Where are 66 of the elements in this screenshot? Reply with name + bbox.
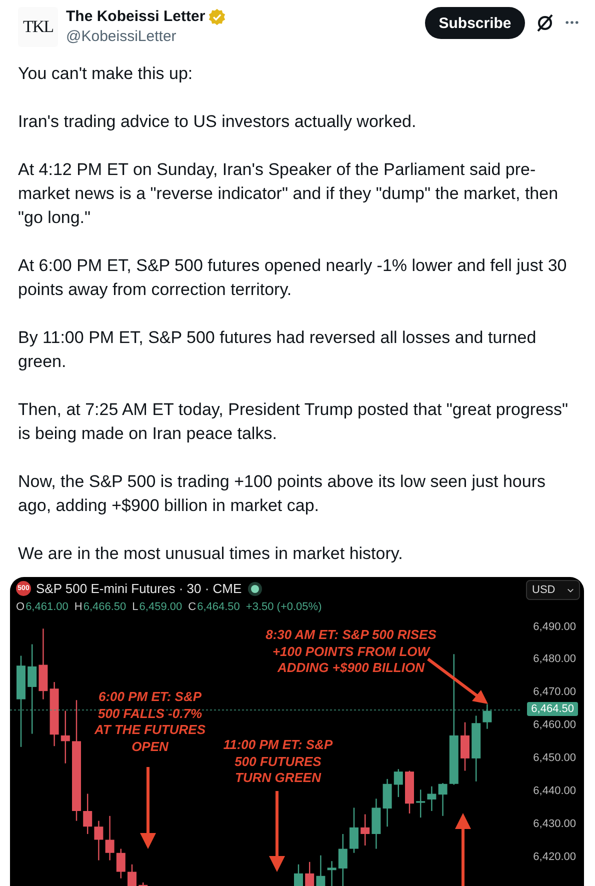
subscribe-button[interactable]: Subscribe [425, 7, 525, 39]
tweet-paragraph: Iran's trading advice to US investors actually worked. [18, 111, 418, 133]
ohlc-label: O [16, 601, 25, 613]
candle [382, 778, 392, 827]
candle [60, 710, 70, 764]
price-axis-label: 6,460.00 [533, 719, 576, 732]
ohlc-label: L [132, 601, 138, 613]
chart-title: S&P 500 E-mini Futures · 30 · CME [36, 581, 242, 596]
price-axis-label: 6,450.00 [533, 752, 576, 765]
candle [360, 814, 370, 846]
tweet-paragraph: At 4:12 PM ET on Sunday, Iran's Speaker of the Parliament said pre-market news is a "reverse indicator" and if they "dump" the market, then "go long." [18, 159, 560, 229]
candle [83, 794, 92, 834]
price-axis-label: 6,470.00 [533, 686, 576, 700]
candle [405, 770, 414, 814]
tweet-paragraph: Now, the S&P 500 is trading +100 points above its low seen just hours ago, adding +$900 billion in market cap. [18, 471, 546, 517]
candle [105, 816, 114, 860]
candle [338, 834, 348, 886]
price-axis-label: 6,480.00 [533, 653, 576, 666]
slashed-circle-icon[interactable] [535, 13, 555, 33]
candle [482, 704, 492, 729]
candle [416, 790, 426, 818]
ohlc-value: 6,464.50 [197, 601, 240, 613]
candle [327, 861, 336, 886]
candle [394, 769, 403, 798]
candle [294, 864, 303, 886]
candle [38, 628, 48, 700]
chart-annotation: 6:00 PM ET: S&P 500 FALLS -0.7% AT THE FUTURES OPEN [94, 689, 206, 755]
candle [305, 862, 314, 886]
tweet-paragraph: At 6:00 PM ET, S&P 500 futures opened nearly -1% lower and fell just 30 points away from correction territory. [18, 255, 568, 301]
candle [438, 783, 448, 816]
account-name[interactable]: The Kobeissi Letter [66, 7, 206, 27]
candle [50, 682, 59, 746]
tweet-paragraph: Then, at 7:25 AM ET today, President Trump posted that "great progress" is being made on Iran peace talks. [18, 399, 570, 445]
ohlc-value: 6,459.00 [139, 601, 182, 613]
account-handle[interactable]: @KobeissiLetter [66, 27, 425, 47]
chart-annotation: 11:00 PM ET: S&P 500 FUTURES TURN GREEN [223, 737, 333, 786]
ohlc-value: 6,466.50 [83, 601, 126, 613]
candle [427, 786, 436, 811]
price-axis-label: 6,430.00 [533, 818, 576, 831]
tweet-paragraph: You can't make this up: [18, 63, 194, 85]
more-icon[interactable] [565, 20, 579, 25]
chevron-down-icon [567, 588, 574, 592]
currency-dropdown[interactable]: USD [526, 580, 580, 600]
candle [372, 798, 381, 849]
ohlc-label: H [74, 601, 82, 613]
price-axis-label: 6,490.00 [533, 620, 576, 634]
candle [138, 882, 148, 886]
price-axis-label: 6,440.00 [533, 784, 576, 798]
chart-annotation: 8:30 AM ET: S&P 500 RISES +100 POINTS FROM LOW ADDING +$900 BILLION [266, 627, 436, 676]
account-logo[interactable]: TKL [18, 7, 58, 47]
status-dot-icon [250, 584, 259, 592]
candle [316, 855, 326, 886]
ohlc-label: C [188, 601, 196, 613]
last-price-tag: 6,464.50 [527, 702, 578, 716]
candle [94, 820, 104, 860]
candle [128, 864, 136, 886]
price-axis-label: 6,420.00 [533, 850, 576, 864]
candle [350, 808, 358, 853]
candle [460, 722, 470, 771]
candle [472, 716, 481, 782]
candle [116, 848, 126, 878]
tweet-paragraph: By 11:00 PM ET, S&P 500 futures had reversed all losses and turned green. [18, 327, 538, 373]
arrow [427, 658, 488, 704]
tweet-paragraph: We are in the most unusual times in market history. [18, 543, 404, 565]
ohlc-value: 6,461.00 [26, 601, 68, 613]
ohlc-value: +3.50 (+0.05%) [246, 601, 322, 613]
